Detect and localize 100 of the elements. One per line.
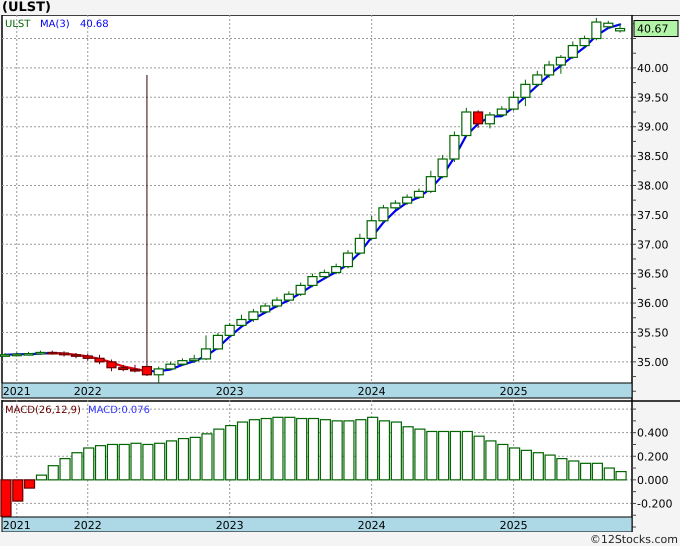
- macd-bar: [474, 436, 485, 480]
- candlestick: [224, 322, 235, 338]
- macd-bar: [308, 418, 320, 480]
- candlestick: [177, 358, 188, 366]
- macd-bar: [71, 452, 83, 480]
- macd-bar: [532, 452, 544, 480]
- macd-bar: [378, 420, 390, 480]
- candlestick: [296, 282, 306, 296]
- macd-bar: [485, 440, 496, 480]
- last-price-tag: 40.67: [634, 20, 678, 38]
- macd-bar: [320, 419, 331, 480]
- x-tick-label: 2025: [500, 519, 528, 532]
- y-tick-label: -0.200: [637, 497, 672, 510]
- macd-bar: [462, 430, 473, 480]
- macd-bar: [592, 462, 603, 480]
- x-tick-label: 2023: [216, 519, 244, 532]
- candlestick: [354, 233, 365, 256]
- macd-bar: [248, 419, 260, 480]
- x-tick-label: 2025: [500, 385, 528, 398]
- macd-bar: [615, 470, 627, 480]
- y-tick-label: 40.00: [637, 62, 668, 75]
- candlestick: [260, 302, 270, 314]
- y-tick-label: 36.00: [637, 297, 668, 310]
- macd-bar: [568, 460, 580, 480]
- candlestick: [438, 154, 448, 179]
- macd-bar: [213, 428, 225, 480]
- y-tick-label: 35.50: [637, 326, 668, 340]
- candlestick: [508, 90, 519, 112]
- macd-bar: [520, 450, 532, 480]
- y-tick-label: 38.00: [637, 179, 668, 192]
- candlestick: [449, 130, 460, 162]
- y-tick-label: 37.00: [637, 238, 668, 252]
- candlestick: [366, 216, 377, 241]
- macd-bar: [178, 438, 190, 480]
- macd-bar: [142, 444, 154, 480]
- macd-bar: [402, 426, 414, 480]
- macd-bar: [154, 442, 166, 480]
- macd-bar: [190, 436, 201, 480]
- legend-ticker: ULST: [5, 19, 30, 30]
- macd-bar: [225, 424, 236, 480]
- macd-bar: [106, 444, 118, 480]
- candlestick: [473, 110, 484, 128]
- x-tick-label: 2021: [2, 385, 31, 398]
- legend-value: 40.68: [80, 19, 109, 30]
- legend-value: MACD:0.076: [88, 405, 150, 416]
- macd-bar: [367, 416, 378, 480]
- y-tick-label: 39.00: [637, 120, 668, 134]
- candlestick: [496, 106, 507, 118]
- macd-bar: [332, 420, 343, 480]
- y-tick-label: 38.50: [637, 150, 668, 164]
- macd-bar: [272, 416, 284, 480]
- candlestick: [248, 308, 258, 322]
- copyright-text: ©12Stocks.com: [590, 532, 678, 546]
- macd-bar: [450, 430, 462, 480]
- macd-bar: [83, 447, 94, 480]
- x-tick-label: 2021: [2, 519, 31, 532]
- legend-indicator: MACD(26,12,9): [5, 405, 81, 416]
- macd-bar: [94, 445, 106, 480]
- y-tick-label: 37.50: [637, 208, 668, 222]
- macd-bar: [355, 419, 366, 480]
- legend-indicator: MA(3): [40, 19, 70, 30]
- macd-bar: [426, 430, 438, 480]
- candlestick: [272, 296, 282, 308]
- candlestick: [402, 194, 412, 206]
- macd-bar: [296, 418, 308, 480]
- candlestick: [603, 20, 614, 30]
- candlestick: [544, 60, 554, 78]
- x-tick-label: 2023: [216, 385, 244, 398]
- macd-bar: [236, 421, 248, 480]
- candlestick: [94, 354, 105, 365]
- x-tick-label: 2024: [358, 385, 386, 398]
- macd-bar: [201, 433, 213, 480]
- candlestick: [284, 290, 294, 302]
- y-tick-label: 0.200: [637, 450, 668, 464]
- chart-title: (ULST): [2, 0, 51, 15]
- macd-bar: [544, 454, 556, 480]
- macd-bar: [497, 444, 508, 480]
- macd-bar: [166, 440, 178, 480]
- candlestick: [484, 112, 495, 129]
- candlestick: [82, 353, 93, 362]
- y-tick-label: 0.000: [637, 474, 668, 487]
- candlestick: [520, 79, 530, 107]
- candlestick: [556, 54, 566, 74]
- x-tick-label: 2022: [74, 519, 102, 532]
- macd-bar: [390, 421, 402, 480]
- y-tick-label: 35.00: [637, 356, 668, 369]
- macd-bar: [509, 447, 520, 480]
- macd-bar: [604, 467, 615, 480]
- macd-bar: [130, 442, 142, 480]
- candlestick: [461, 107, 472, 138]
- y-tick-label: 0.400: [637, 426, 668, 440]
- macd-bar: [438, 430, 450, 480]
- candlestick: [532, 70, 542, 88]
- macd-bar: [414, 428, 426, 480]
- macd-bar: [343, 420, 355, 480]
- macd-bar: [284, 416, 296, 480]
- y-tick-label: 36.50: [637, 268, 668, 281]
- macd-bar: [556, 458, 568, 480]
- y-tick-label: 39.50: [637, 91, 668, 104]
- x-tick-label: 2024: [358, 519, 386, 532]
